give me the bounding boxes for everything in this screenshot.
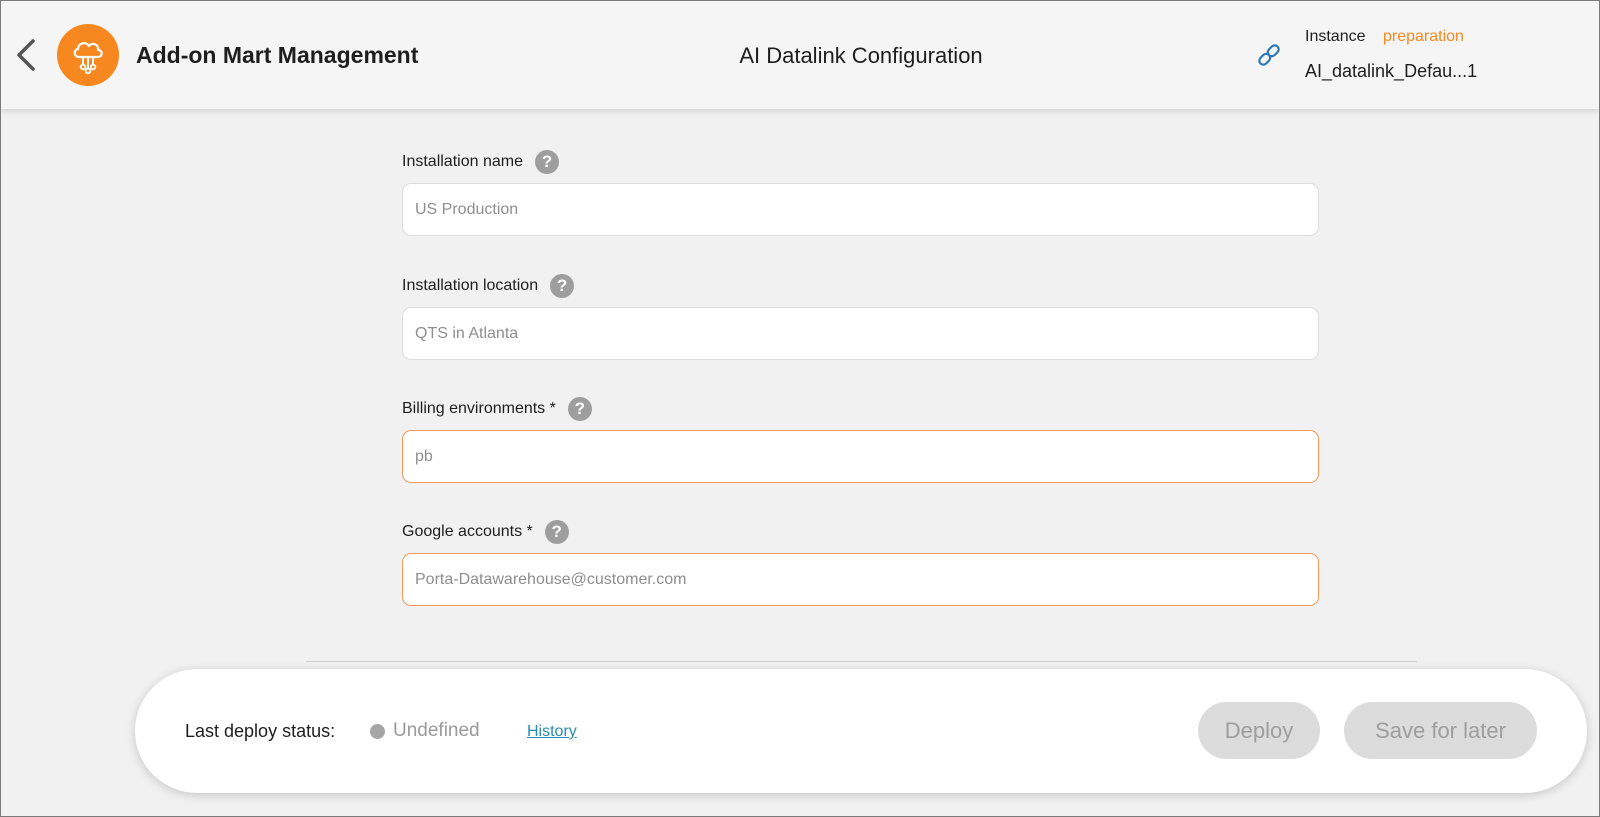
field-label-text: Installation name [402, 153, 523, 170]
deploy-bar: Last deploy status: Undefined History De… [135, 669, 1587, 793]
instance-name: AI_datalink_Defau...1 [1305, 61, 1478, 81]
header: Add-on Mart Management AI Datalink Confi… [1, 1, 1599, 109]
link-icon [1258, 44, 1280, 66]
back-button[interactable] [11, 37, 41, 73]
question-mark-icon[interactable]: ? [534, 150, 559, 174]
deploy-status-label: Last deploy status: [185, 721, 336, 741]
question-mark-icon[interactable]: ? [550, 274, 575, 298]
app-title: Add-on Mart Management [136, 42, 419, 68]
installation-name-label: Installation name ? [402, 150, 559, 174]
field-label-text: Installation location [402, 277, 539, 294]
instance-label: Instance [1305, 28, 1366, 45]
google-accounts-input[interactable] [402, 553, 1319, 606]
app-window: Add-on Mart Management AI Datalink Confi… [0, 0, 1600, 817]
installation-location-input[interactable] [402, 307, 1319, 360]
app-logo [57, 24, 119, 86]
cloud-network-icon [73, 42, 103, 75]
page-title: AI Datalink Configuration [739, 43, 983, 68]
installation-location-label: Installation location ? [402, 274, 575, 298]
link-button[interactable] [1255, 41, 1283, 69]
field-label-text: Google accounts * [402, 523, 533, 540]
status-dot-icon [370, 724, 385, 739]
deploy-status-value: Undefined [393, 720, 480, 741]
deploy-button[interactable]: Deploy [1198, 702, 1320, 759]
chevron-left-icon [17, 39, 35, 71]
question-mark-icon[interactable]: ? [544, 520, 569, 544]
billing-environments-input[interactable] [402, 430, 1319, 483]
history-link[interactable]: History [527, 723, 577, 741]
question-mark-icon[interactable]: ? [567, 397, 592, 421]
divider [306, 661, 1417, 662]
save-for-later-button[interactable]: Save for later [1344, 702, 1537, 759]
google-accounts-label: Google accounts * ? [402, 520, 569, 544]
installation-name-input[interactable] [402, 183, 1319, 236]
instance-status: preparation [1383, 28, 1464, 45]
field-label-text: Billing environments * [402, 400, 556, 417]
billing-environments-label: Billing environments * ? [402, 397, 592, 421]
